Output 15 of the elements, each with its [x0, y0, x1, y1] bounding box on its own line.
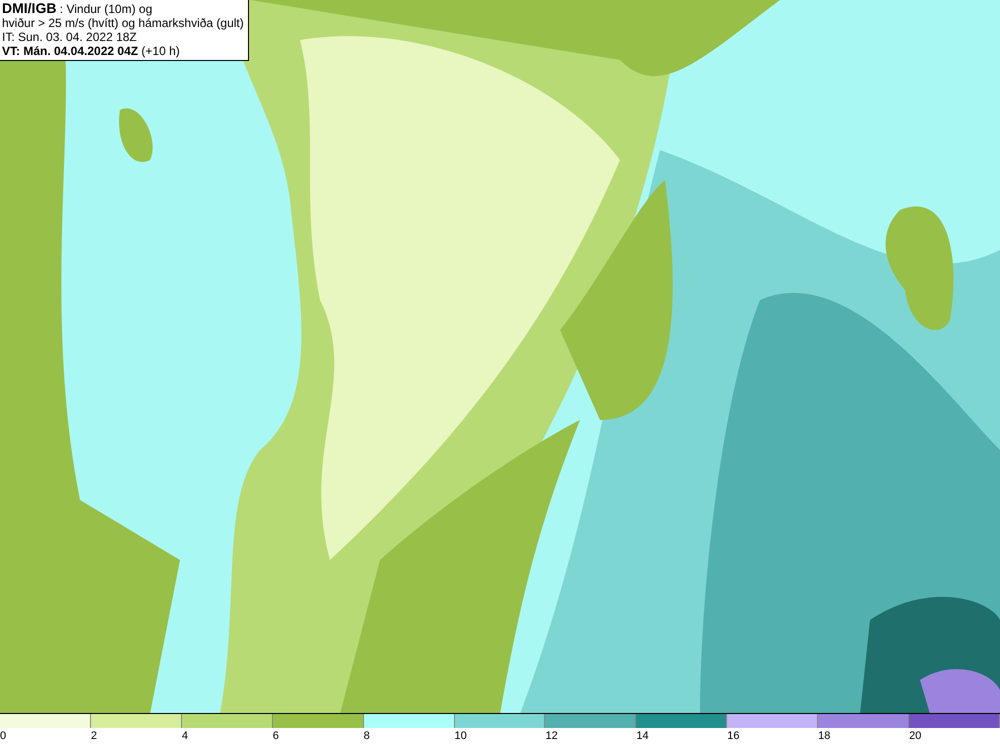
header-title-line: DMI/IGB : Vindur (10m) og — [2, 1, 154, 16]
legend-tick-label: 6 — [272, 730, 279, 743]
legend-tick-label: 16 — [727, 730, 740, 743]
legend-tick-label: 18 — [818, 730, 830, 743]
valid-time: VT: Mán. 04.04.2022 04Z (+10 h) — [2, 44, 181, 58]
initial-time: IT: Sun. 03. 04. 2022 18Z — [2, 30, 138, 44]
legend-tick-label: 20 — [909, 730, 922, 743]
header-subtitle: hviður > 25 m/s (hvítt) og hámarkshviða (gult) — [2, 16, 244, 30]
legend-tick-label: 8 — [364, 730, 370, 743]
legend-tick-label: 4 — [182, 730, 188, 743]
legend-tick-label: 2 — [90, 730, 98, 743]
legend-tick-label: 12 — [545, 730, 558, 743]
legend-tick-label: 14 — [636, 730, 649, 743]
legend-tick-label: 0 — [0, 730, 6, 743]
legend-tick-label: 10 — [454, 730, 467, 743]
